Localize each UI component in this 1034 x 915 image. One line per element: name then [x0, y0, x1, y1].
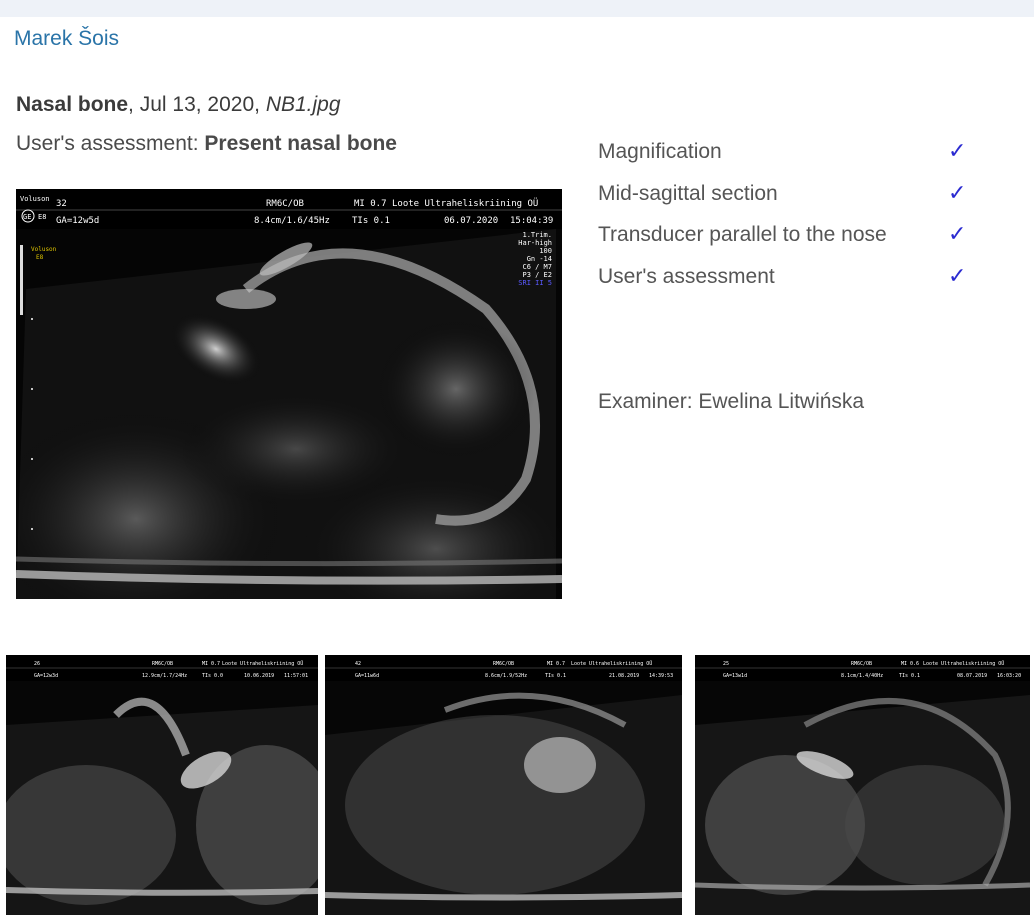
checklist-label: Mid-sagittal section — [598, 181, 778, 205]
thumb-mi: MI 0.7 — [202, 661, 220, 667]
us-setting: C6 / M7 — [522, 263, 552, 271]
thumb-probe: RM6C/OB — [152, 661, 173, 667]
ultrasound-scan: 26 GA=12w3d RM6C/OB MI 0.7 Loote Ultrahe… — [6, 655, 318, 915]
main-ultrasound-image[interactable]: Voluson GE E8 32 GA=12w5d RM6C/OB MI 0.7… — [16, 189, 562, 599]
checklist-item: User's assessment ✓ — [598, 263, 978, 305]
checklist-label: Magnification — [598, 140, 722, 163]
thumb-params: 12.9cm/1.7/24Hz — [142, 673, 187, 679]
ultrasound-scan: Voluson GE E8 32 GA=12w5d RM6C/OB MI 0.7… — [16, 189, 562, 599]
record-title: Nasal bone, Jul 13, 2020, NB1.jpg — [16, 93, 341, 117]
us-setting: P3 / E2 — [522, 271, 552, 279]
us-side-brand: Voluson — [31, 246, 57, 253]
us-setting: 1.Trim. — [522, 231, 552, 239]
assessment-label: User's assessment: — [16, 132, 205, 155]
thumb-tis: TIs 0.1 — [899, 673, 920, 679]
us-params: 8.4cm/1.6/45Hz — [254, 216, 330, 226]
top-strip — [0, 0, 1034, 17]
thumb-mi: MI 0.7 — [547, 661, 565, 667]
thumb-time: 16:03:20 — [997, 673, 1021, 679]
thumb-clinic: Loote Ultraheliskriining OÜ — [923, 660, 1004, 667]
us-depth-num: 32 — [56, 199, 67, 209]
ultrasound-scan: 42 GA=11w6d RM6C/OB MI 0.7 Loote Ultrahe… — [325, 655, 682, 915]
checklist-item: Magnification ✓ — [598, 138, 978, 180]
checkmark-icon: ✓ — [948, 262, 967, 288]
record-type: Nasal bone — [16, 93, 129, 116]
thumb-clinic: Loote Ultraheliskriining OÜ — [222, 660, 303, 667]
user-name-link[interactable]: Marek Šois — [14, 27, 119, 51]
thumb-date: 21.08.2019 — [609, 673, 639, 679]
assessment-line: User's assessment: Present nasal bone — [16, 132, 397, 156]
us-probe: RM6C/OB — [266, 199, 304, 209]
ultrasound-scan: 25 GA=13w1d RM6C/OB MI 0.6 Loote Ultrahe… — [695, 655, 1030, 915]
thumb-num: 25 — [723, 661, 729, 667]
us-side-sub: E8 — [36, 254, 44, 261]
record-date: , Jul 13, 2020, — [128, 93, 266, 116]
thumb-num: 42 — [355, 661, 361, 667]
us-mi: MI 0.7 — [354, 199, 387, 209]
examiner-name: Examiner: Ewelina Litwińska — [598, 390, 865, 413]
thumb-ga: GA=12w3d — [34, 673, 58, 679]
checklist-item: Mid-sagittal section ✓ — [598, 180, 978, 222]
gray-scale-bar — [20, 245, 23, 315]
us-setting: Har-high — [518, 239, 552, 247]
checkmark-icon: ✓ — [948, 179, 967, 205]
us-tis: TIs 0.1 — [352, 216, 390, 226]
checkmark-icon: ✓ — [948, 221, 967, 246]
thumbnail-1[interactable]: 26 GA=12w3d RM6C/OB MI 0.7 Loote Ultrahe… — [6, 655, 318, 915]
thumb-time: 11:57:01 — [284, 673, 308, 679]
checkmark-icon: ✓ — [948, 138, 967, 163]
thumb-clinic: Loote Ultraheliskriining OÜ — [571, 660, 652, 667]
us-setting: Gn -14 — [527, 255, 552, 263]
thumb-date: 10.06.2019 — [244, 673, 274, 679]
us-setting: SRI II 5 — [518, 279, 552, 287]
us-setting: 100 — [539, 247, 552, 255]
us-brand: Voluson — [20, 195, 50, 203]
thumb-date: 08.07.2019 — [957, 673, 987, 679]
assessment-value: Present nasal bone — [204, 132, 397, 155]
quality-checklist: Magnification ✓ Mid-sagittal section ✓ T… — [598, 138, 978, 304]
us-logo-sub: E8 — [38, 213, 46, 221]
thumb-ga: GA=11w6d — [355, 673, 379, 679]
us-time: 15:04:39 — [510, 216, 553, 226]
thumbnail-2[interactable]: 42 GA=11w6d RM6C/OB MI 0.7 Loote Ultrahe… — [325, 655, 682, 915]
record-filename: NB1.jpg — [265, 93, 341, 116]
thumb-num: 26 — [34, 661, 40, 667]
thumb-mi: MI 0.6 — [901, 661, 919, 667]
thumb-probe: RM6C/OB — [493, 661, 514, 667]
thumb-params: 8.6cm/1.9/52Hz — [485, 673, 527, 679]
checklist-label: User's assessment — [598, 264, 775, 288]
checklist-label: Transducer parallel to the nose — [598, 223, 887, 246]
thumb-tis: TIs 0.0 — [202, 673, 223, 679]
thumb-ga: GA=13w1d — [723, 673, 747, 679]
thumb-params: 8.1cm/1.4/40Hz — [841, 673, 883, 679]
us-logo: GE — [23, 213, 31, 221]
us-clinic: Loote Ultraheliskriining OÜ — [392, 198, 538, 209]
us-date: 06.07.2020 — [444, 216, 498, 226]
checklist-item: Transducer parallel to the nose ✓ — [598, 221, 978, 263]
thumb-tis: TIs 0.1 — [545, 673, 566, 679]
thumb-probe: RM6C/OB — [851, 661, 872, 667]
thumbnail-3[interactable]: 25 GA=13w1d RM6C/OB MI 0.6 Loote Ultrahe… — [695, 655, 1030, 915]
thumb-time: 14:39:53 — [649, 673, 673, 679]
us-ga: GA=12w5d — [56, 216, 99, 226]
